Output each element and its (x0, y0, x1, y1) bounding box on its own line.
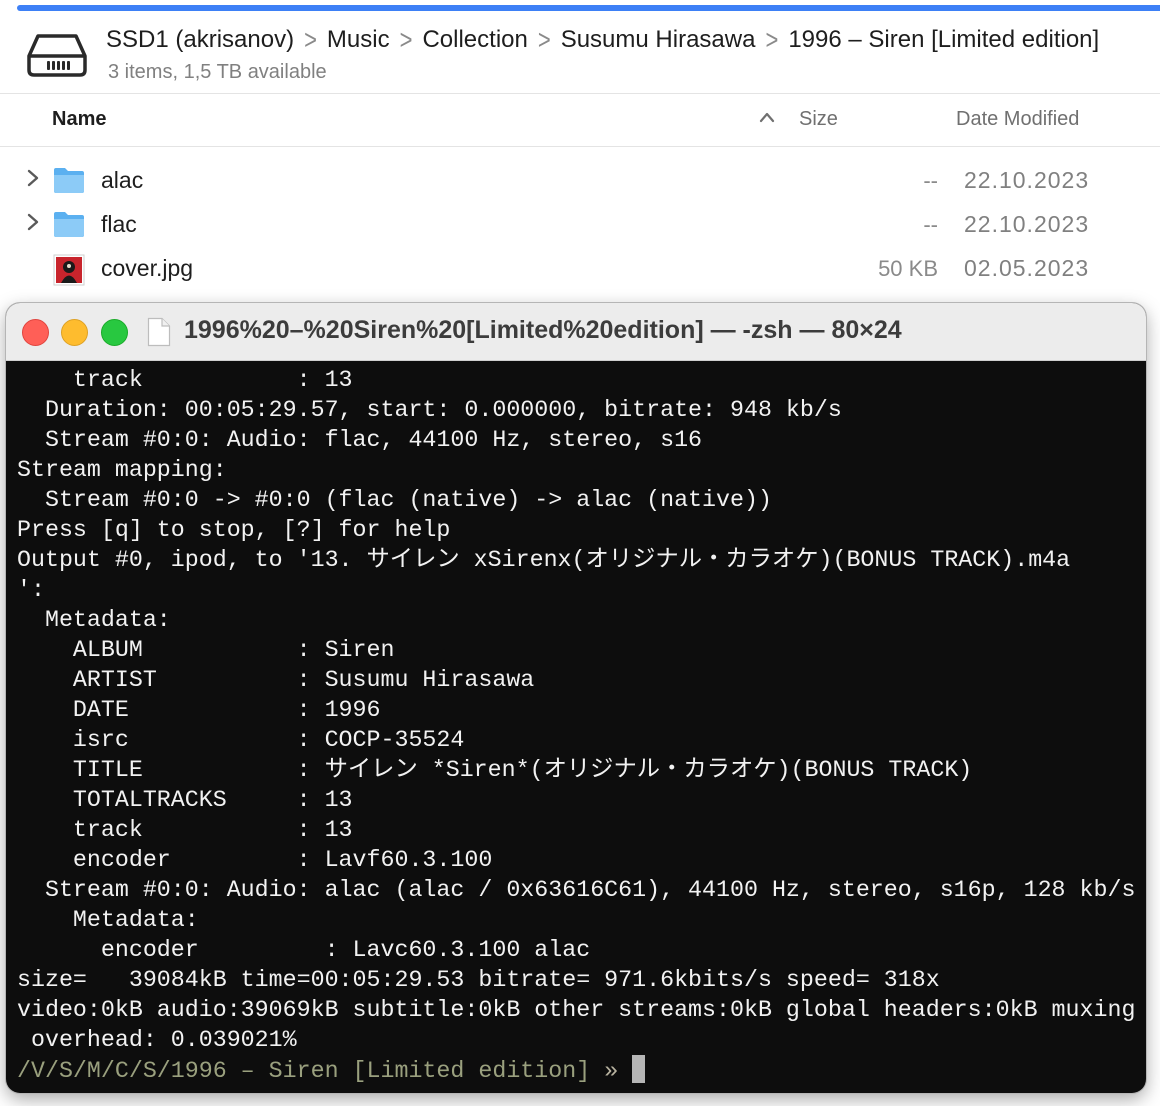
chevron-right-icon: > (304, 23, 317, 55)
terminal-line: isrc : COCP-35524 (17, 727, 465, 753)
disclosure-chevron-icon[interactable] (26, 167, 40, 195)
terminal-line: Output #0, ipod, to '13. サイレン xSirenx(オリ… (17, 547, 1071, 573)
file-row-alac[interactable]: alac -- 22.10.2023 (0, 158, 1160, 202)
file-name: cover.jpg (101, 255, 194, 281)
file-row-flac[interactable]: flac -- 22.10.2023 (0, 202, 1160, 246)
terminal-output[interactable]: track : 13 Duration: 00:05:29.57, start:… (6, 361, 1146, 1093)
shell-prompt[interactable]: /V/S/M/C/S/1996 – Siren [Limited edition… (17, 1055, 1146, 1085)
minimize-window-button[interactable] (61, 319, 88, 346)
column-header-size[interactable]: Size (799, 108, 838, 131)
chevron-right-icon: > (537, 23, 551, 55)
zoom-window-button[interactable] (101, 319, 128, 346)
file-name: alac (101, 167, 144, 193)
terminal-line: TITLE : サイレン *Siren*(オリジナル・カラオケ)(BONUS T… (17, 757, 973, 783)
breadcrumb-item[interactable]: Susumu Hirasawa (561, 26, 756, 53)
terminal-line: DATE : 1996 (17, 697, 381, 723)
column-header-date-modified[interactable]: Date Modified (956, 108, 1079, 131)
folder-icon (53, 210, 85, 238)
file-size: 50 KB (878, 256, 938, 281)
terminal-line: track : 13 (17, 367, 353, 393)
column-header-name[interactable]: Name (52, 108, 106, 131)
file-date: 02.05.2023 (964, 255, 1090, 281)
terminal-line: Metadata: (17, 607, 171, 633)
terminal-title-bar[interactable]: 1996%20–%20Siren%20[Limited%20edition] —… (6, 303, 1146, 361)
chevron-right-icon: > (765, 23, 779, 55)
file-name: flac (101, 211, 137, 237)
sort-ascending-icon (759, 108, 775, 129)
chevron-right-icon: > (399, 23, 413, 55)
text-cursor (632, 1055, 646, 1083)
breadcrumb-item-current[interactable]: 1996 – Siren [Limited edition] (788, 26, 1099, 53)
folder-icon (53, 166, 85, 194)
terminal-line: Stream mapping: (17, 457, 227, 483)
document-icon[interactable] (147, 317, 171, 347)
terminal-line: track : 13 (17, 817, 353, 843)
terminal-title: 1996%20–%20Siren%20[Limited%20edition] —… (184, 316, 902, 344)
breadcrumb: SSD1 (akrisanov) > Music > Collection > Susumu… (106, 23, 1099, 55)
terminal-line: encoder : Lavf60.3.100 (17, 847, 493, 873)
divider (0, 146, 1160, 147)
file-date: 22.10.2023 (964, 167, 1090, 193)
terminal-line: Duration: 00:05:29.57, start: 0.000000, … (17, 397, 842, 423)
file-date: 22.10.2023 (964, 211, 1090, 237)
terminal-line: Stream #0:0: Audio: alac (alac / 0x63616… (17, 877, 1136, 903)
breadcrumb-item[interactable]: Music (327, 26, 390, 53)
prompt-path: /V/S/M/C/S/1996 – Siren [Limited edition… (17, 1058, 591, 1084)
breadcrumb-item[interactable]: Collection (422, 26, 527, 53)
breadcrumb-item[interactable]: SSD1 (akrisanov) (106, 26, 294, 53)
file-size: -- (923, 212, 938, 237)
close-window-button[interactable] (22, 319, 49, 346)
terminal-line: Press [q] to stop, [?] for help (17, 517, 451, 543)
terminal-line: Stream #0:0 -> #0:0 (flac (native) -> al… (17, 487, 772, 513)
terminal-line: ': (17, 577, 45, 603)
file-size: -- (923, 168, 938, 193)
terminal-line: ALBUM : Siren (17, 637, 395, 663)
image-thumbnail-icon (53, 254, 85, 286)
terminal-line: TOTALTRACKS : 13 (17, 787, 353, 813)
prompt-symbol: » (604, 1058, 619, 1084)
window-accent-bar (17, 5, 1160, 11)
terminal-line: video:0kB audio:39069kB subtitle:0kB oth… (17, 997, 1136, 1023)
terminal-line: Metadata: (17, 907, 199, 933)
terminal-window[interactable]: 1996%20–%20Siren%20[Limited%20edition] —… (6, 303, 1146, 1093)
terminal-line: size= 39084kB time=00:05:29.53 bitrate= … (17, 967, 940, 993)
terminal-line: encoder : Lavc60.3.100 alac (17, 937, 591, 963)
file-row-cover-jpg[interactable]: cover.jpg 50 KB 02.05.2023 (0, 246, 1160, 290)
terminal-line: overhead: 0.039021% (17, 1027, 297, 1053)
disclosure-chevron-icon[interactable] (26, 211, 40, 239)
terminal-line: Stream #0:0: Audio: flac, 44100 Hz, ster… (17, 427, 703, 453)
folder-status-text: 3 items, 1,5 TB available (108, 61, 327, 83)
external-drive-icon (26, 32, 88, 78)
column-header-bar: Name Size Date Modified (0, 94, 1160, 146)
terminal-line: ARTIST : Susumu Hirasawa (17, 667, 535, 693)
